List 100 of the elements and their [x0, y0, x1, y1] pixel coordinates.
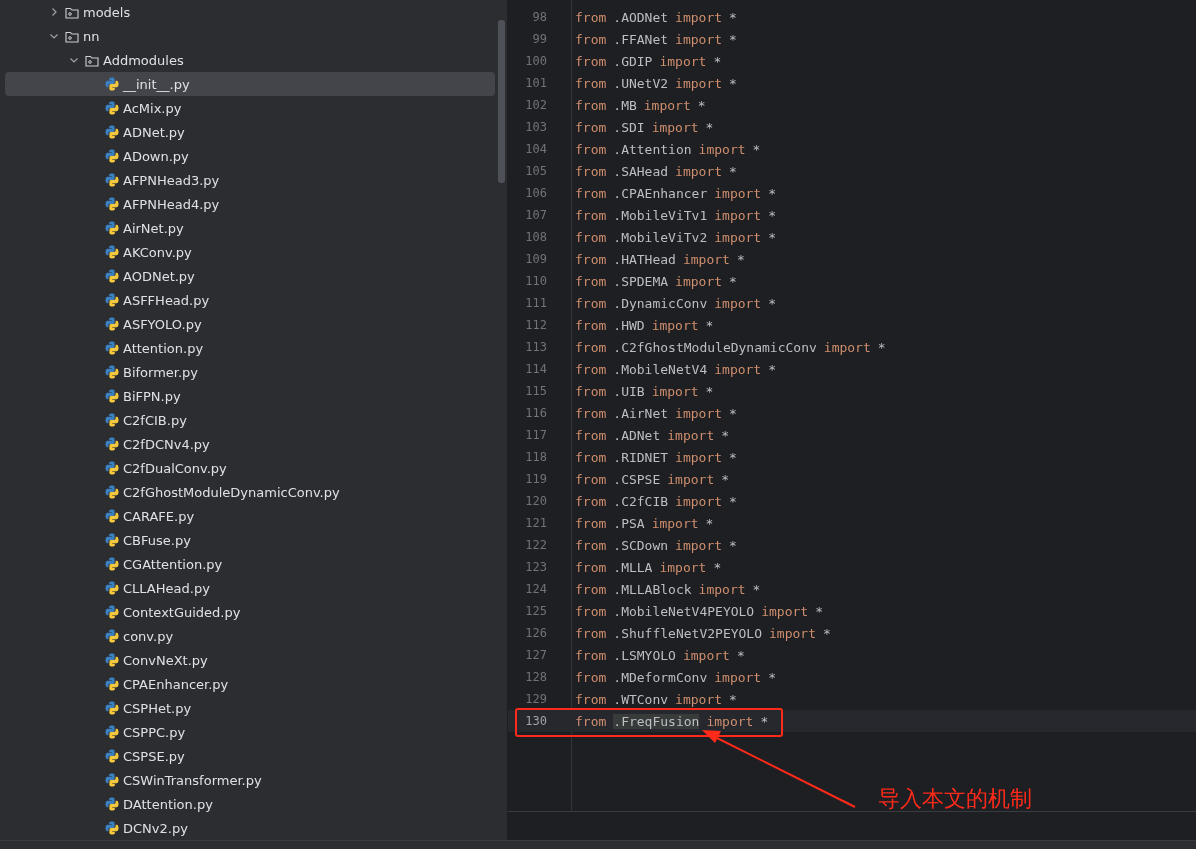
tree-item[interactable]: ASFFHead.py: [5, 288, 495, 312]
tree-item[interactable]: models: [5, 0, 495, 24]
tree-item[interactable]: Attention.py: [5, 336, 495, 360]
tree-item[interactable]: DCNv2.py: [5, 816, 495, 840]
code-keyword: from: [575, 31, 607, 47]
code-operator: *: [768, 295, 777, 311]
code-keyword: import: [761, 603, 809, 619]
tree-item[interactable]: AcMix.py: [5, 96, 495, 120]
python-file-icon: [105, 461, 119, 475]
code-keyword: import: [675, 273, 723, 289]
code-operator: *: [877, 339, 886, 355]
tree-item[interactable]: AKConv.py: [5, 240, 495, 264]
code-operator: *: [729, 163, 737, 179]
line-number: 116: [525, 406, 547, 420]
python-file-icon: [105, 581, 119, 595]
tree-item[interactable]: Biformer.py: [5, 360, 495, 384]
tree-item[interactable]: C2fGhostModuleDynamicConv.py: [5, 480, 495, 504]
tree-item[interactable]: CPAEnhancer.py: [5, 672, 495, 696]
code-operator: *: [705, 317, 714, 333]
code-keyword: import: [698, 141, 746, 157]
module-name: .LSMYOLO: [613, 647, 676, 663]
folder-icon: [85, 53, 99, 67]
python-file-icon: [105, 653, 119, 667]
tree-item[interactable]: ADown.py: [5, 144, 495, 168]
tree-item[interactable]: CSWinTransformer.py: [5, 768, 495, 792]
code-operator: *: [760, 713, 769, 729]
python-file-icon: [105, 245, 119, 259]
module-name: .HATHead: [613, 251, 676, 267]
module-name: .C2fCIB: [613, 493, 669, 509]
module-name: .FFANet: [613, 31, 669, 47]
module-name: .AODNet: [613, 9, 669, 25]
code-operator: *: [729, 31, 737, 47]
code-keyword: import: [682, 647, 730, 663]
tree-item[interactable]: CARAFE.py: [5, 504, 495, 528]
tree-item[interactable]: C2fCIB.py: [5, 408, 495, 432]
tree-item[interactable]: DAttention.py: [5, 792, 495, 816]
module-name: .WTConv: [613, 691, 669, 707]
line-number: 102: [525, 98, 547, 112]
python-file-icon: [105, 533, 119, 547]
code-keyword: from: [575, 207, 607, 223]
tree-item[interactable]: ADNet.py: [5, 120, 495, 144]
code-operator: *: [729, 449, 737, 465]
tree-item[interactable]: C2fDualConv.py: [5, 456, 495, 480]
code-operator: *: [729, 493, 737, 509]
tree-item[interactable]: AirNet.py: [5, 216, 495, 240]
module-name: .PSA: [613, 515, 645, 531]
code-operator: *: [713, 53, 722, 69]
tree-item[interactable]: CBFuse.py: [5, 528, 495, 552]
code-keyword: from: [575, 581, 607, 597]
tree-item[interactable]: conv.py: [5, 624, 495, 648]
tree-item[interactable]: CSPPC.py: [5, 720, 495, 744]
tree-item[interactable]: C2fDCNv4.py: [5, 432, 495, 456]
code-keyword: from: [575, 273, 607, 289]
tree-item[interactable]: Addmodules: [5, 48, 495, 72]
module-name: .SDI: [613, 119, 645, 135]
python-file-icon: [105, 821, 119, 835]
line-number: 112: [525, 318, 547, 332]
code-operator: *: [721, 471, 730, 487]
line-number: 101: [525, 76, 547, 90]
tree-item[interactable]: AFPNHead4.py: [5, 192, 495, 216]
chevron-right-icon[interactable]: [49, 7, 59, 17]
tree-item[interactable]: __init__.py: [5, 72, 495, 96]
python-file-icon: [105, 317, 119, 331]
tree-item[interactable]: ConvNeXt.py: [5, 648, 495, 672]
tree-item[interactable]: CSPHet.py: [5, 696, 495, 720]
code-keyword: from: [575, 603, 607, 619]
code-operator: *: [768, 361, 777, 377]
tree-item[interactable]: BiFPN.py: [5, 384, 495, 408]
python-file-icon: [105, 221, 119, 235]
tree-item[interactable]: ContextGuided.py: [5, 600, 495, 624]
tree-item[interactable]: CLLAHead.py: [5, 576, 495, 600]
python-file-icon: [105, 269, 119, 283]
tree-item[interactable]: CSPSE.py: [5, 744, 495, 768]
code-keyword: from: [575, 185, 607, 201]
scrollbar-thumb[interactable]: [498, 20, 505, 183]
chevron-down-icon[interactable]: [69, 55, 79, 65]
python-file-icon: [105, 773, 119, 787]
code-keyword: from: [575, 229, 607, 245]
code-keyword: import: [651, 119, 699, 135]
code-operator: *: [736, 647, 745, 663]
tree-item[interactable]: CGAttention.py: [5, 552, 495, 576]
line-number: 130: [525, 714, 547, 728]
code-operator: *: [768, 229, 777, 245]
code-operator: *: [752, 141, 761, 157]
tree-item[interactable]: nn: [5, 24, 495, 48]
code-keyword: import: [675, 493, 723, 509]
module-name: .SPDEMA: [613, 273, 669, 289]
line-number: 104: [525, 142, 547, 156]
tree-item[interactable]: AFPNHead3.py: [5, 168, 495, 192]
tree-item[interactable]: ASFYOLO.py: [5, 312, 495, 336]
code-keyword: from: [575, 537, 607, 553]
code-keyword: import: [682, 251, 730, 267]
tree-item[interactable]: AODNet.py: [5, 264, 495, 288]
code-keyword: from: [575, 317, 607, 333]
python-file-icon: [105, 437, 119, 451]
line-number: 99: [532, 32, 547, 46]
code-keyword: import: [659, 53, 707, 69]
python-file-icon: [105, 797, 119, 811]
code-operator: *: [768, 185, 777, 201]
chevron-down-icon[interactable]: [49, 31, 59, 41]
